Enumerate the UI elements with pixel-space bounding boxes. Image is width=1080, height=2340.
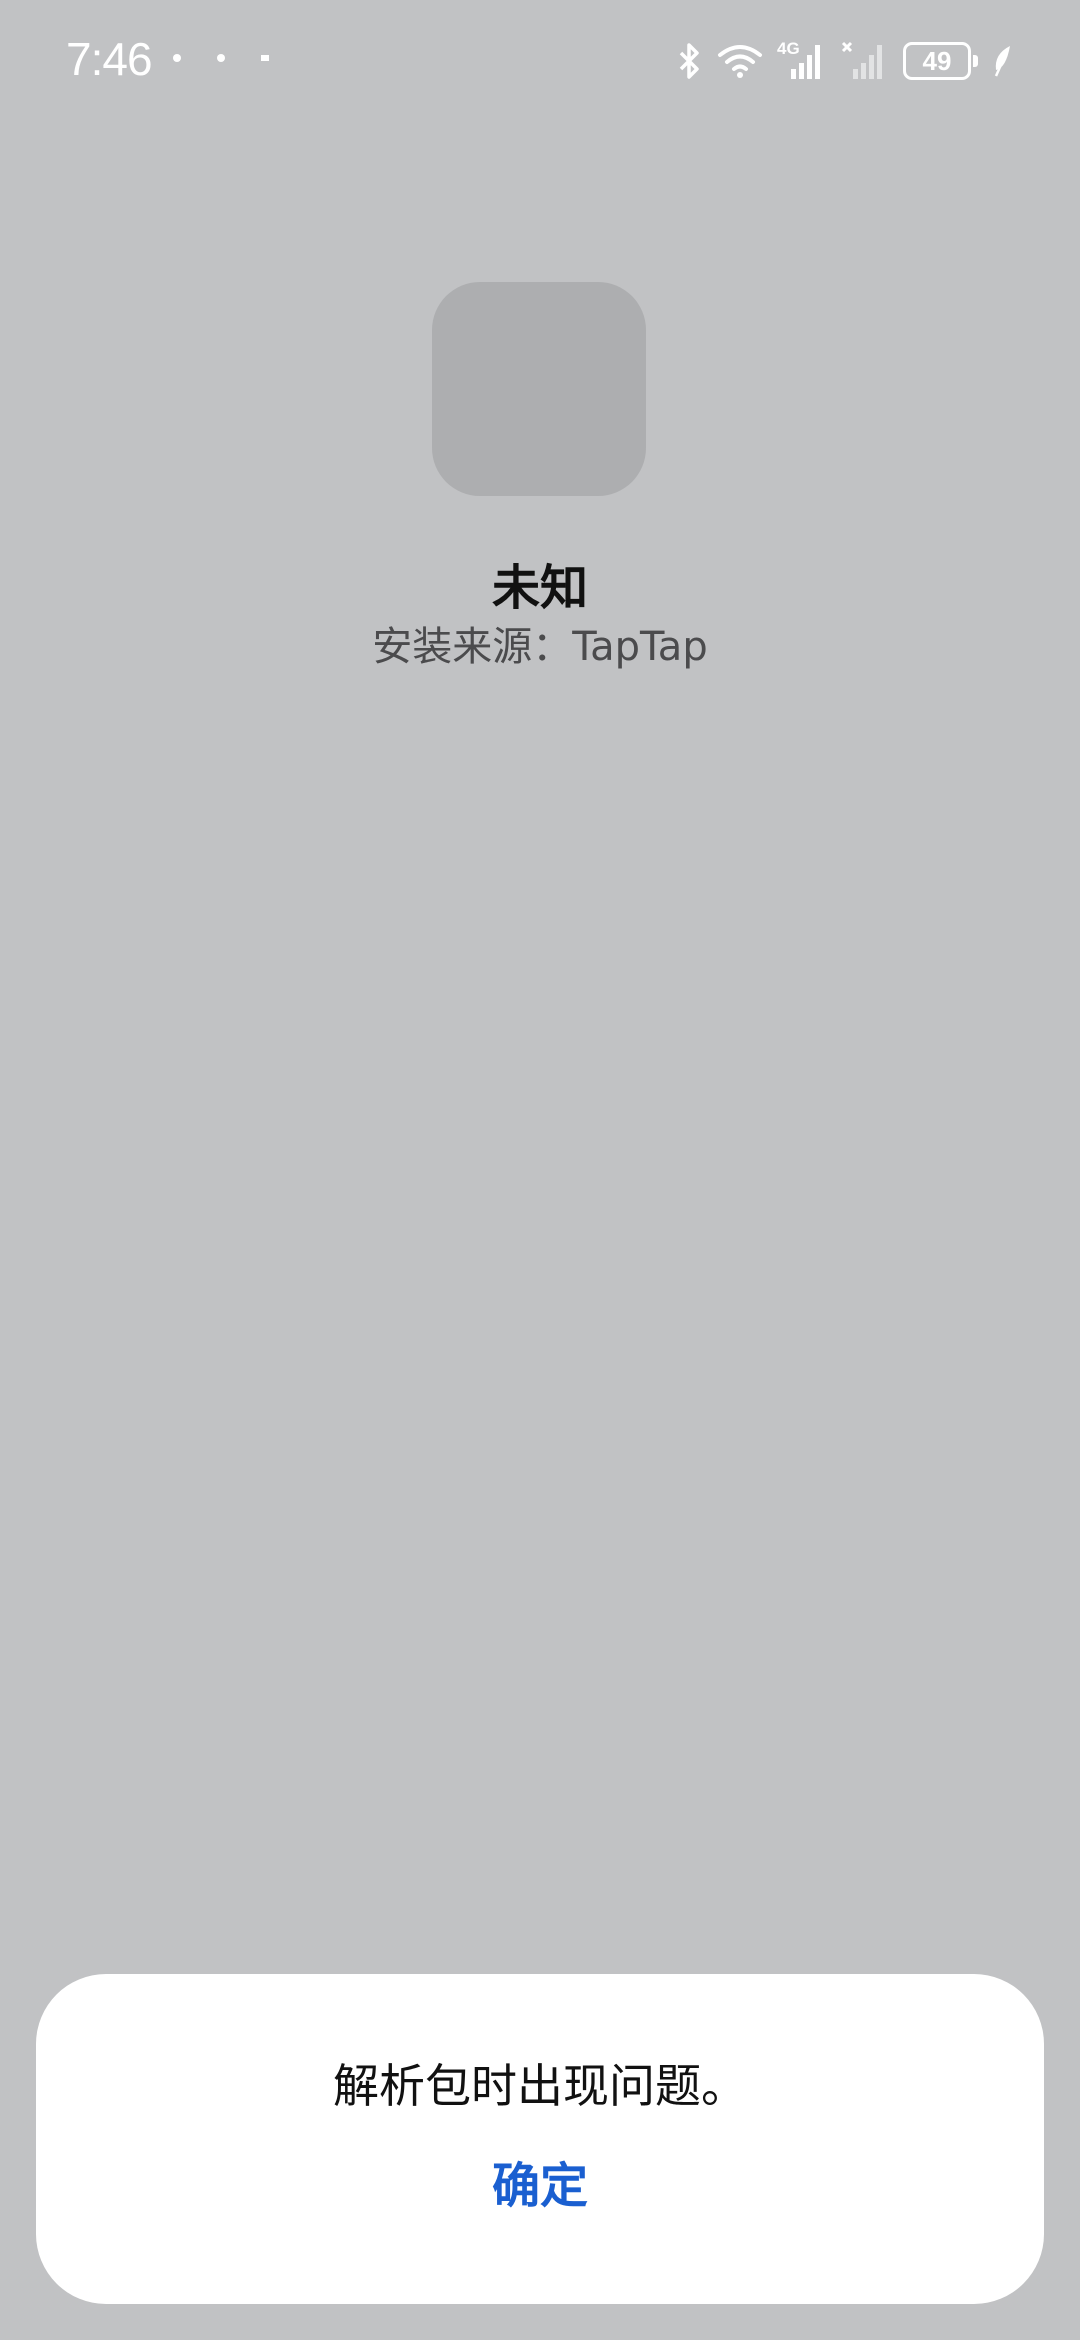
battery-icon: 49 [903,42,978,80]
notification-dot-icon [214,50,228,64]
dialog-message: 解析包时出现问题。 [333,2059,747,2113]
status-time: 7:46 [66,33,153,85]
notification-icons [170,50,272,64]
confirm-button[interactable]: 确定 [440,2146,640,2226]
signal-no-sim-icon [841,41,889,81]
wifi-icon [717,43,763,79]
leaf-icon [992,44,1014,78]
app-name: 未知 [491,560,588,616]
battery-cap [973,55,978,67]
status-bar: 7:46 4G 49 [0,0,1080,120]
notification-dot-icon [258,50,272,64]
install-source: 安装来源：TapTap [372,624,708,670]
error-dialog: 解析包时出现问题。 确定 [36,1974,1044,2304]
notification-dot-icon [170,50,184,64]
battery-level: 49 [903,42,971,80]
system-icons: 4G 49 [677,38,1014,84]
bluetooth-icon [677,41,703,81]
signal-4g-icon: 4G [777,39,827,81]
app-icon-placeholder [432,282,646,496]
